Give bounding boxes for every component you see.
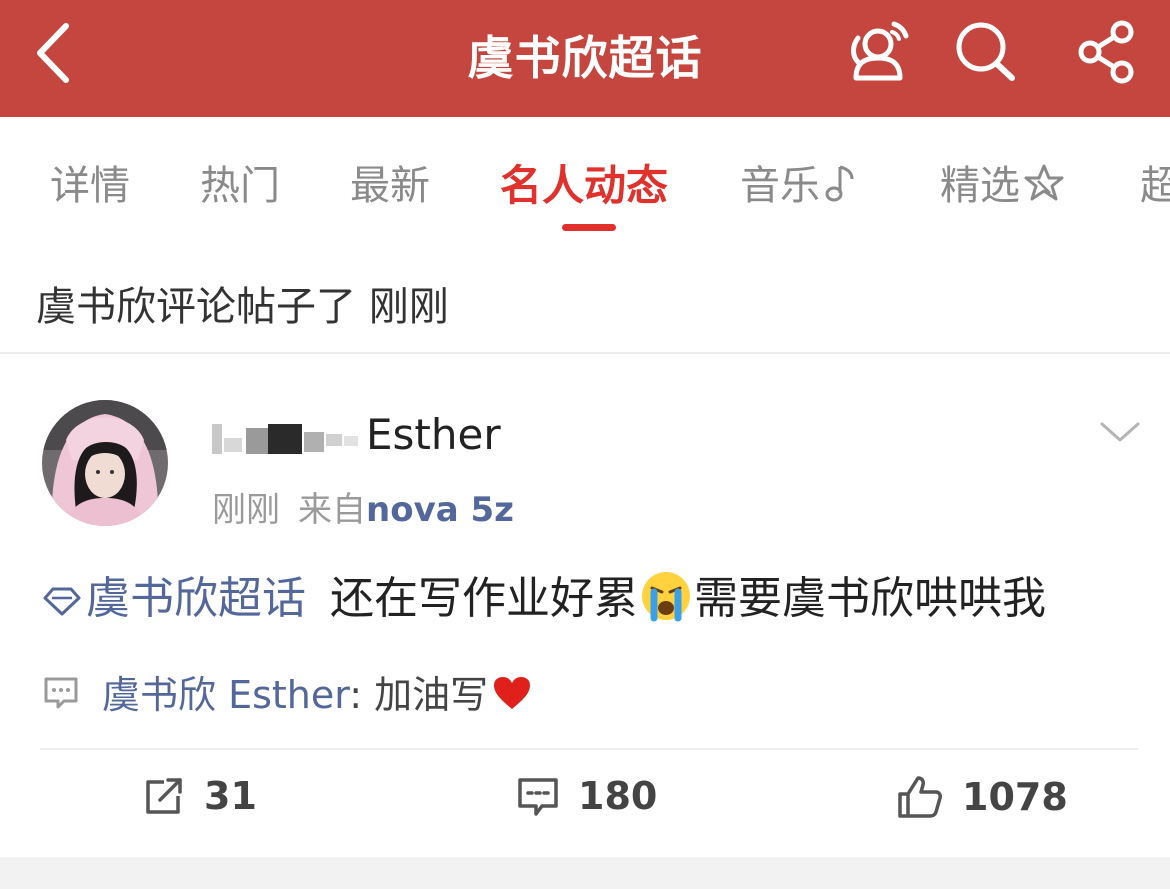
- tab-details[interactable]: 详情: [50, 153, 130, 211]
- post-card: Esther 刚刚 来自nova 5z 虞书欣超话 还在写作业好累 需要虞书欣哄哄我: [0, 354, 1170, 857]
- supertopic-link[interactable]: 虞书欣超话: [42, 573, 306, 624]
- tab-bar: 详情 热门 最新 名人动态 音乐 精选 超: [0, 117, 1170, 242]
- post-text-2: 需要虞书欣哄哄我: [694, 573, 1046, 624]
- redacted-name: [212, 420, 362, 456]
- post-body: 虞书欣超话 还在写作业好累 需要虞书欣哄哄我: [42, 562, 1046, 633]
- comment-separator: :: [349, 673, 375, 717]
- from-label: 来自: [298, 490, 366, 530]
- tab-featured[interactable]: 精选: [940, 153, 1066, 213]
- post-meta: 刚刚 来自nova 5z: [212, 482, 514, 531]
- tab-featured-label: 精选: [940, 163, 1020, 209]
- tab-latest[interactable]: 最新: [350, 153, 430, 211]
- repost-icon: [146, 778, 182, 814]
- diamond-icon: [42, 576, 82, 627]
- active-tab-indicator: [562, 224, 616, 231]
- comment-icon: [518, 778, 558, 816]
- search-icon[interactable]: [950, 16, 1020, 86]
- music-note-icon: [822, 163, 858, 213]
- star-icon: [1022, 163, 1066, 213]
- thumbs-up-icon: [898, 776, 942, 818]
- repost-count: 31: [204, 774, 257, 818]
- share-icon[interactable]: [1072, 16, 1142, 86]
- featured-comment[interactable]: 虞书欣 Esther: 加油写: [42, 664, 532, 720]
- comment-author[interactable]: 虞书欣 Esther: [102, 673, 349, 717]
- bottom-spacer: [0, 857, 1170, 889]
- comment-count: 180: [578, 774, 658, 818]
- crying-emoji-icon: [640, 570, 692, 633]
- supertopic-label: 虞书欣超话: [86, 573, 306, 624]
- post-text-1: 还在写作业好累: [330, 573, 638, 624]
- author-name-suffix: Esther: [366, 410, 501, 459]
- activity-header: 虞书欣评论帖子了 刚刚: [0, 242, 1170, 354]
- tab-more[interactable]: 超: [1140, 153, 1170, 211]
- heart-icon: [492, 675, 532, 720]
- activity-text: 虞书欣评论帖子了 刚刚: [36, 284, 449, 330]
- tab-hot[interactable]: 热门: [200, 153, 280, 211]
- people-icon[interactable]: [842, 16, 912, 86]
- comment-icon: [42, 675, 80, 720]
- chevron-down-icon[interactable]: [1098, 416, 1142, 446]
- tab-music-label: 音乐: [740, 163, 820, 209]
- repost-button[interactable]: 31: [142, 774, 257, 834]
- tab-celebrity-updates[interactable]: 名人动态: [500, 152, 668, 213]
- post-device[interactable]: nova 5z: [366, 490, 514, 530]
- avatar[interactable]: [42, 400, 168, 526]
- post-author[interactable]: Esther: [212, 410, 501, 459]
- divider: [40, 748, 1138, 750]
- top-bar: 虞书欣超话: [0, 0, 1170, 117]
- like-count: 1078: [962, 775, 1068, 819]
- comment-button[interactable]: 180: [516, 774, 657, 834]
- comment-text: 加油写: [374, 673, 489, 717]
- post-time: 刚刚: [212, 490, 280, 530]
- tab-music[interactable]: 音乐: [740, 153, 858, 213]
- like-button[interactable]: 1078: [896, 774, 1068, 834]
